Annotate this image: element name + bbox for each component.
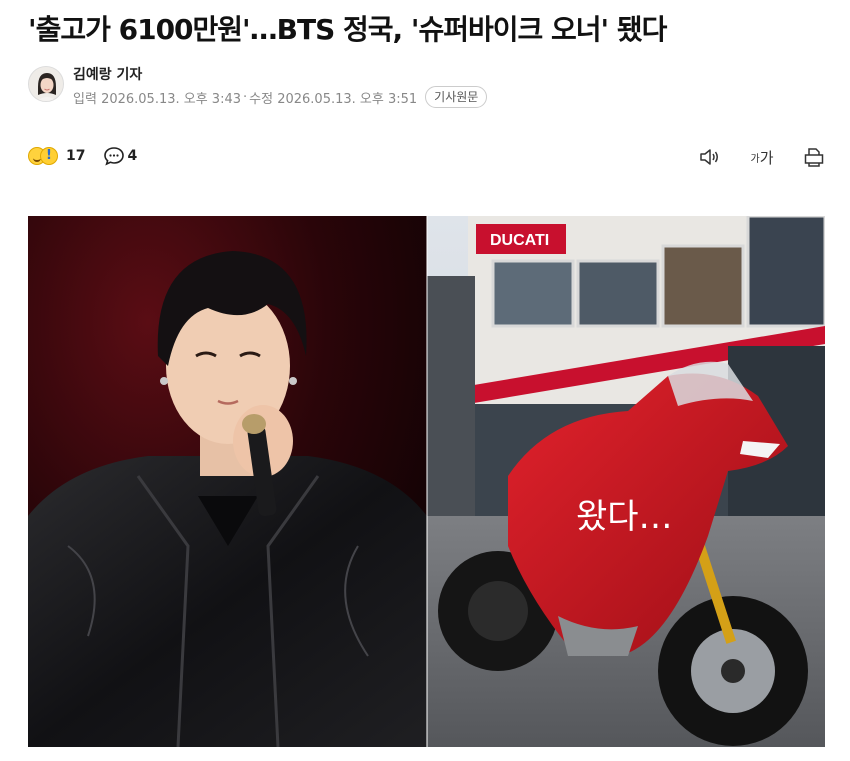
speaker-icon [700,149,718,165]
input-time: 2026.05.13. 오후 3:43 [101,91,242,107]
article-timestamps: 입력 2026.05.13. 오후 3:43 · 수정 2026.05.13. 오후… [73,86,488,108]
article-tools: 가가 [670,145,826,169]
print-button[interactable] [802,145,826,169]
comment-icon [104,147,125,166]
photo-caption-overlay: 왔다… [576,497,673,537]
font-size-large-glyph: 가 [759,148,774,167]
comment-count: 4 [127,148,138,164]
meta-separator: · [243,89,248,105]
store-sign-text: DUCATI [490,232,549,249]
audio-read-button[interactable] [698,145,722,169]
font-size-small-glyph: 가 [750,153,760,165]
reaction-button[interactable]: 17 4 [28,145,137,167]
comment-button[interactable]: 4 [103,145,137,167]
reporter-portrait-icon [29,67,63,101]
article-headline: '출고가 6100만원'…BTS 정국, '슈퍼바이크 오너' 됐다 [28,13,667,46]
singer-photo [28,216,427,747]
article-actions: 17 4 가가 [28,143,826,171]
motorcycle-photo: DUCATI 왔다… [427,216,825,747]
edit-label: 수정 [249,91,274,107]
reporter-avatar[interactable] [28,66,64,102]
byline: 김예랑 기자 입력 2026.05.13. 오후 3:43 · 수정 2026.05… [28,64,728,108]
print-icon [804,148,824,167]
article-photo[interactable]: DUCATI 왔다… [28,216,825,747]
reporter-name[interactable]: 김예랑 기자 [73,64,142,84]
original-article-button[interactable]: 기사원문 [425,86,488,108]
font-size-button[interactable]: 가가 [750,145,774,169]
reaction-count: 17 [66,148,86,164]
article-photo-graphic: DUCATI 왔다… [28,216,825,747]
edit-time: 2026.05.13. 오후 3:51 [277,91,418,107]
input-label: 입력 [73,91,97,107]
reaction-emoji-icon [28,145,58,167]
